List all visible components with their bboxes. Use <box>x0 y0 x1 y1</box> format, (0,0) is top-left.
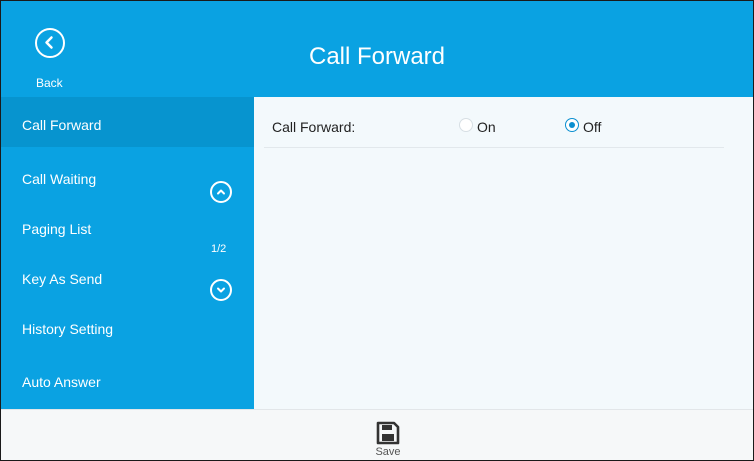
sidebar-item-auto-answer[interactable]: Auto Answer <box>1 347 254 397</box>
footer-bar: Save <box>1 409 753 460</box>
floppy-disk-icon <box>376 421 400 445</box>
save-label: Save <box>375 446 401 458</box>
sidebar: Call Forward Call Waiting Paging List Ke… <box>1 97 254 409</box>
sidebar-item-label: History Setting <box>22 321 114 337</box>
phone-screen: Back Call Forward Call Forward Call Wait… <box>0 0 754 461</box>
sidebar-item-label: Call Waiting <box>22 171 97 187</box>
back-label: Back <box>36 76 63 90</box>
radio-unselected-icon <box>459 118 473 132</box>
row-divider <box>264 147 724 148</box>
scroll-down-button[interactable] <box>210 279 232 301</box>
save-button[interactable]: Save <box>363 418 413 458</box>
header-bar: Back Call Forward <box>1 1 753 97</box>
sidebar-item-history-setting[interactable]: History Setting <box>1 297 254 347</box>
content-panel: Call Forward: On Off <box>254 97 753 409</box>
radio-off-label: Off <box>583 119 602 135</box>
chevron-up-icon <box>217 189 225 195</box>
call-forward-label: Call Forward: <box>272 119 356 135</box>
sidebar-item-label: Key As Send <box>22 271 103 287</box>
sidebar-item-call-forward[interactable]: Call Forward <box>1 97 254 147</box>
chevron-down-icon <box>217 287 225 293</box>
page-title: Call Forward <box>308 43 446 70</box>
sidebar-item-label: Auto Answer <box>22 374 101 390</box>
radio-on-label: On <box>477 119 496 135</box>
sidebar-item-paging-list[interactable]: Paging List <box>1 197 254 247</box>
page-indicator: 1/2 <box>211 243 227 255</box>
sidebar-item-label: Call Forward <box>22 117 102 133</box>
sidebar-item-label: Paging List <box>22 221 92 237</box>
scroll-up-button[interactable] <box>210 181 232 203</box>
radio-selected-icon <box>565 118 579 132</box>
